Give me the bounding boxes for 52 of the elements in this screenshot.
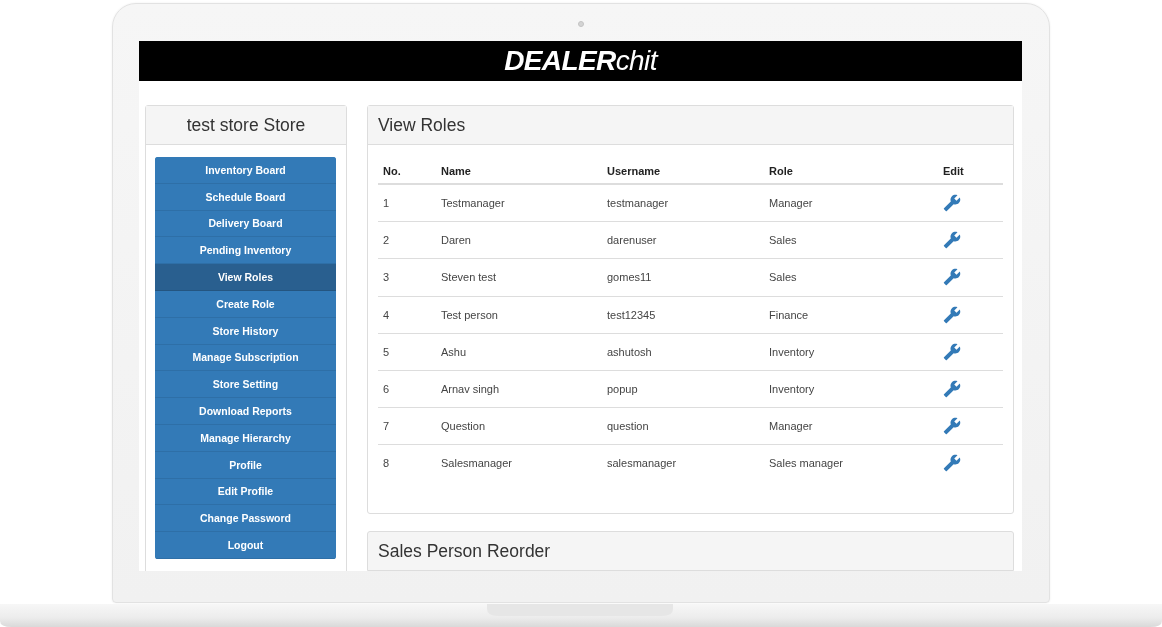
table-cell: 4 — [383, 308, 390, 321]
table-cell: Manager — [769, 420, 813, 433]
wrench-icon[interactable] — [943, 268, 961, 287]
table-cell: Sales manager — [769, 457, 843, 470]
table-cell: Daren — [441, 234, 471, 247]
table-cell: test12345 — [607, 308, 656, 321]
table-cell: Inventory — [769, 345, 815, 358]
table-cell: 5 — [383, 345, 390, 358]
column-header: No. — [383, 165, 401, 177]
table-cell: Arnav singh — [441, 383, 500, 396]
table-cell: Inventory — [769, 383, 815, 396]
table-cell: Test person — [441, 308, 498, 321]
camera-icon — [577, 21, 584, 27]
table-cell: 3 — [383, 271, 390, 284]
table-cell: Testmanager — [441, 197, 505, 210]
table-cell: Ashu — [441, 345, 467, 358]
table-cell: Question — [441, 420, 486, 433]
table-cell: 7 — [383, 420, 390, 433]
column-header: Role — [769, 165, 793, 177]
table-cell: 1 — [383, 197, 390, 210]
panel-title: View Roles — [378, 114, 466, 136]
table-cell: 6 — [383, 383, 390, 396]
wrench-icon[interactable] — [943, 194, 961, 213]
table-cell: Manager — [769, 197, 813, 210]
table-cell: salesmanager — [607, 457, 677, 470]
wrench-icon[interactable] — [943, 342, 961, 361]
table-cell: gomes11 — [607, 271, 652, 284]
sidebar-item[interactable]: Inventory Board — [155, 157, 336, 184]
column-header: Username — [607, 165, 661, 177]
table-cell: testmanager — [607, 197, 669, 210]
sidebar-item[interactable]: View Roles — [155, 264, 336, 291]
wrench-icon[interactable] — [943, 305, 961, 324]
wrench-icon[interactable] — [943, 454, 961, 473]
table-cell: popup — [607, 383, 638, 396]
column-header: Edit — [943, 165, 964, 177]
wrench-icon[interactable] — [943, 380, 961, 399]
table-cell: Sales — [769, 271, 797, 284]
table-cell: Steven test — [441, 271, 497, 284]
wrench-icon[interactable] — [943, 231, 961, 250]
table-cell: Finance — [769, 308, 809, 321]
store-title: test store Store — [186, 114, 306, 136]
table-cell: Salesmanager — [441, 457, 512, 470]
logo: DEALERchit — [504, 44, 657, 78]
wrench-icon[interactable] — [943, 417, 961, 436]
table-cell: Sales — [769, 234, 797, 247]
table-cell: 2 — [383, 234, 390, 247]
column-header: Name — [441, 165, 471, 177]
table-cell: darenuser — [607, 234, 657, 247]
table-cell: ashutosh — [607, 345, 652, 358]
panel-title: Sales Person Reorder — [378, 540, 551, 562]
table-cell: 8 — [383, 457, 390, 470]
table-cell: question — [607, 420, 649, 433]
